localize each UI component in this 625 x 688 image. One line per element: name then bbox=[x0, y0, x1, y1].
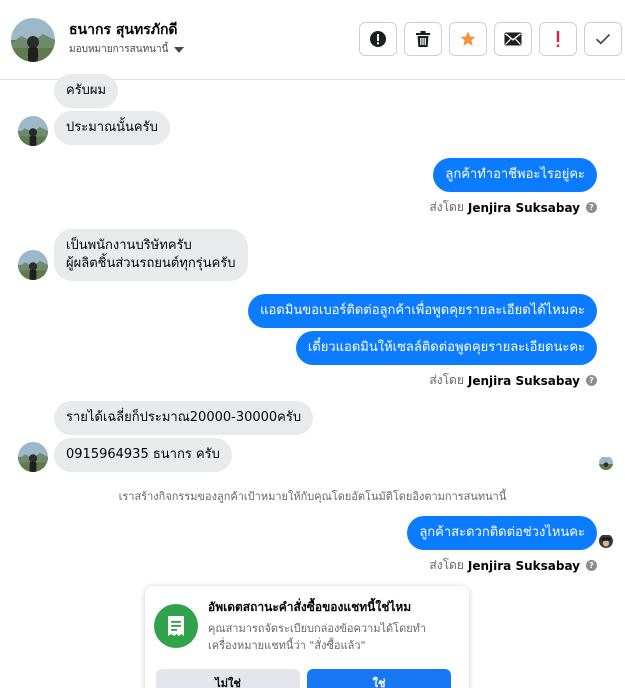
contact-avatar[interactable] bbox=[11, 18, 55, 62]
help-icon[interactable]: ? bbox=[586, 202, 597, 213]
help-icon[interactable]: ? bbox=[586, 560, 597, 571]
sent-by-label: ส่งโดย Jenjira Suksabay ? bbox=[429, 198, 597, 217]
outgoing-message: เดี๋ยวแอดมินให้เซลล์ติดต่อพูดคุยรายละเอี… bbox=[295, 331, 597, 365]
delete-button[interactable] bbox=[404, 22, 442, 56]
incoming-message: ครับผม bbox=[54, 74, 119, 108]
help-icon[interactable]: ? bbox=[586, 375, 597, 386]
system-note: เราสร้างกิจกรรมของลูกค้าเป้าหมายให้กับคุ… bbox=[118, 490, 507, 503]
mark-unread-button[interactable] bbox=[494, 22, 532, 56]
mark-done-button[interactable] bbox=[584, 22, 622, 56]
follow-up-button[interactable] bbox=[539, 22, 577, 56]
assign-conversation-dropdown[interactable]: มอบหมายการสนทนานี้ bbox=[69, 42, 185, 57]
sent-by-label: ส่งโดย Jenjira Suksabay ? bbox=[429, 371, 597, 390]
message-line: ผู้ผลิตชิ้นส่วนรถยนต์ทุกรุ่นครับ bbox=[66, 256, 236, 271]
mark-spam-button[interactable] bbox=[359, 22, 397, 56]
incoming-message: รายได้เฉลี่ยก็ประมาณ20000-30000ครับ bbox=[54, 401, 314, 435]
envelope-icon bbox=[504, 32, 522, 46]
agent-name: Jenjira Suksabay bbox=[467, 200, 580, 215]
checkmark-icon bbox=[595, 33, 611, 45]
order-status-prompt: อัพเดตสถานะคำสั่งซื้อของแชทนี้ใช่ไหม คุณ… bbox=[145, 586, 469, 688]
sent-by-prefix: ส่งโดย bbox=[429, 373, 464, 387]
assign-label: มอบหมายการสนทนานี้ bbox=[69, 44, 169, 55]
contact-avatar[interactable] bbox=[18, 250, 48, 280]
conversation-header: ธนากร สุนทรภักดี มอบหมายการสนทนานี้ bbox=[0, 0, 625, 80]
prompt-title: อัพเดตสถานะคำสั่งซื้อของแชทนี้ใช่ไหม bbox=[208, 600, 412, 614]
seen-receipt-avatar bbox=[599, 456, 613, 470]
outgoing-message: แอดมินขอเบอร์ติดต่อลูกค้าเพื่อพูดคุยรายล… bbox=[248, 294, 597, 328]
contact-avatar[interactable] bbox=[18, 442, 48, 472]
trash-icon bbox=[416, 31, 430, 47]
star-icon bbox=[460, 31, 476, 46]
message-line: เป็นพนักงานบริษัทครับ bbox=[66, 238, 192, 253]
exclamation-icon bbox=[556, 31, 560, 47]
order-receipt-icon bbox=[154, 604, 198, 648]
agent-seen-avatar bbox=[599, 534, 613, 548]
incoming-message: ประมาณนั้นครับ bbox=[54, 111, 170, 145]
conversation-actions bbox=[359, 22, 622, 56]
outgoing-message: ลูกค้าทำอาชีพอะไรอยู่คะ bbox=[433, 158, 597, 192]
caret-down-icon bbox=[174, 46, 185, 53]
prompt-body: คุณสามารถจัดระเบียบกล่องข้อความได้โดยทำเ… bbox=[208, 622, 427, 652]
incoming-message: 0915964935 ธนากร ครับ bbox=[54, 438, 232, 472]
star-button[interactable] bbox=[449, 22, 487, 56]
alert-circle-icon bbox=[370, 31, 386, 47]
agent-name: Jenjira Suksabay bbox=[467, 558, 580, 573]
agent-name: Jenjira Suksabay bbox=[467, 373, 580, 388]
confirm-button[interactable]: ใช่ bbox=[307, 669, 451, 688]
incoming-message: เป็นพนักงานบริษัทครับ ผู้ผลิตชิ้นส่วนรถย… bbox=[54, 229, 248, 281]
decline-button[interactable]: ไม่ใช่ bbox=[156, 669, 300, 688]
contact-name: ธนากร สุนทรภักดี bbox=[69, 22, 178, 38]
sent-by-prefix: ส่งโดย bbox=[429, 200, 464, 214]
sent-by-prefix: ส่งโดย bbox=[429, 558, 464, 572]
outgoing-message: ลูกค้าสะดวกติดต่อช่วงไหนคะ bbox=[407, 516, 597, 550]
sent-by-label: ส่งโดย Jenjira Suksabay ? bbox=[429, 556, 597, 575]
contact-avatar[interactable] bbox=[18, 116, 48, 146]
